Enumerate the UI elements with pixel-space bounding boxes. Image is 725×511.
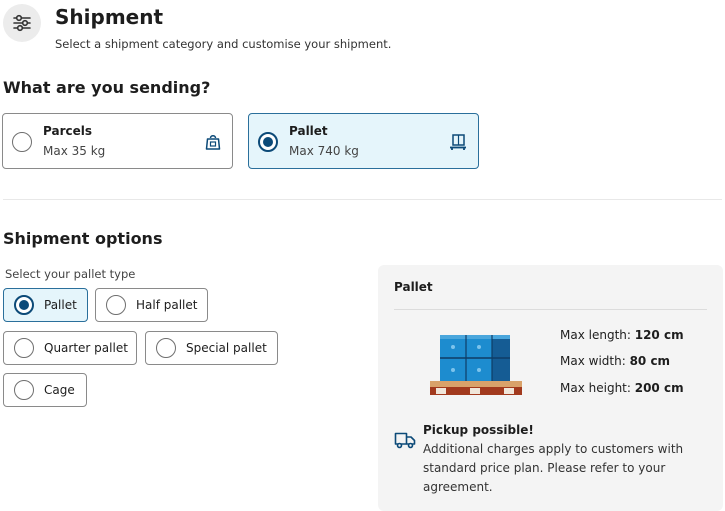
page-title: Shipment bbox=[55, 5, 164, 29]
section-divider bbox=[3, 199, 722, 200]
pallet-type-pallet[interactable]: Pallet bbox=[3, 288, 88, 322]
truck-icon bbox=[394, 431, 416, 453]
sliders-icon bbox=[3, 4, 41, 42]
spec-max-height: Max height: 200 cm bbox=[560, 381, 684, 395]
category-card-parcels[interactable]: Parcels Max 35 kg bbox=[2, 113, 233, 169]
category-limit: Max 740 kg bbox=[289, 144, 359, 158]
category-card-pallet[interactable]: Pallet Max 740 kg bbox=[248, 113, 479, 169]
pallet-type-special-pallet[interactable]: Special pallet bbox=[145, 331, 278, 365]
pallet-type-label-text: Special pallet bbox=[186, 341, 267, 355]
pallet-type-radio[interactable] bbox=[106, 295, 126, 315]
pallet-type-radio[interactable] bbox=[156, 338, 176, 358]
pallet-type-label-text: Half pallet bbox=[136, 298, 198, 312]
category-name: Parcels bbox=[43, 124, 92, 138]
pallet-type-label-text: Cage bbox=[44, 383, 75, 397]
panel-divider bbox=[394, 309, 707, 310]
pallet-icon bbox=[449, 133, 467, 155]
pallet-illustration-icon bbox=[430, 331, 530, 401]
sending-heading: What are you sending? bbox=[3, 78, 211, 97]
pallet-summary-panel: Pallet Max length: 120 cm Max width: 80 … bbox=[378, 265, 723, 511]
parcels-radio[interactable] bbox=[12, 132, 32, 152]
pallet-type-quarter-pallet[interactable]: Quarter pallet bbox=[3, 331, 137, 365]
pallet-radio[interactable] bbox=[258, 132, 278, 152]
pallet-type-cage[interactable]: Cage bbox=[3, 373, 87, 407]
spec-max-width: Max width: 80 cm bbox=[560, 354, 671, 368]
panel-title: Pallet bbox=[394, 280, 433, 294]
category-limit: Max 35 kg bbox=[43, 144, 106, 158]
pickup-description: Additional charges apply to customers wi… bbox=[423, 442, 684, 494]
pallet-type-label-text: Quarter pallet bbox=[44, 341, 128, 355]
pallet-type-radio[interactable] bbox=[14, 338, 34, 358]
pallet-type-radio[interactable] bbox=[14, 295, 34, 315]
pallet-type-radio[interactable] bbox=[14, 380, 34, 400]
page-header: Shipment Select a shipment category and … bbox=[3, 4, 391, 51]
pallet-type-label-text: Pallet bbox=[44, 298, 77, 312]
parcel-bag-icon bbox=[205, 133, 221, 155]
page-subtitle: Select a shipment category and customise… bbox=[55, 37, 392, 51]
options-heading: Shipment options bbox=[3, 229, 163, 248]
pallet-type-half-pallet[interactable]: Half pallet bbox=[95, 288, 208, 322]
spec-max-length: Max length: 120 cm bbox=[560, 328, 684, 342]
pallet-type-label: Select your pallet type bbox=[5, 267, 136, 281]
category-name: Pallet bbox=[289, 124, 328, 138]
pickup-title: Pickup possible! bbox=[423, 423, 534, 437]
